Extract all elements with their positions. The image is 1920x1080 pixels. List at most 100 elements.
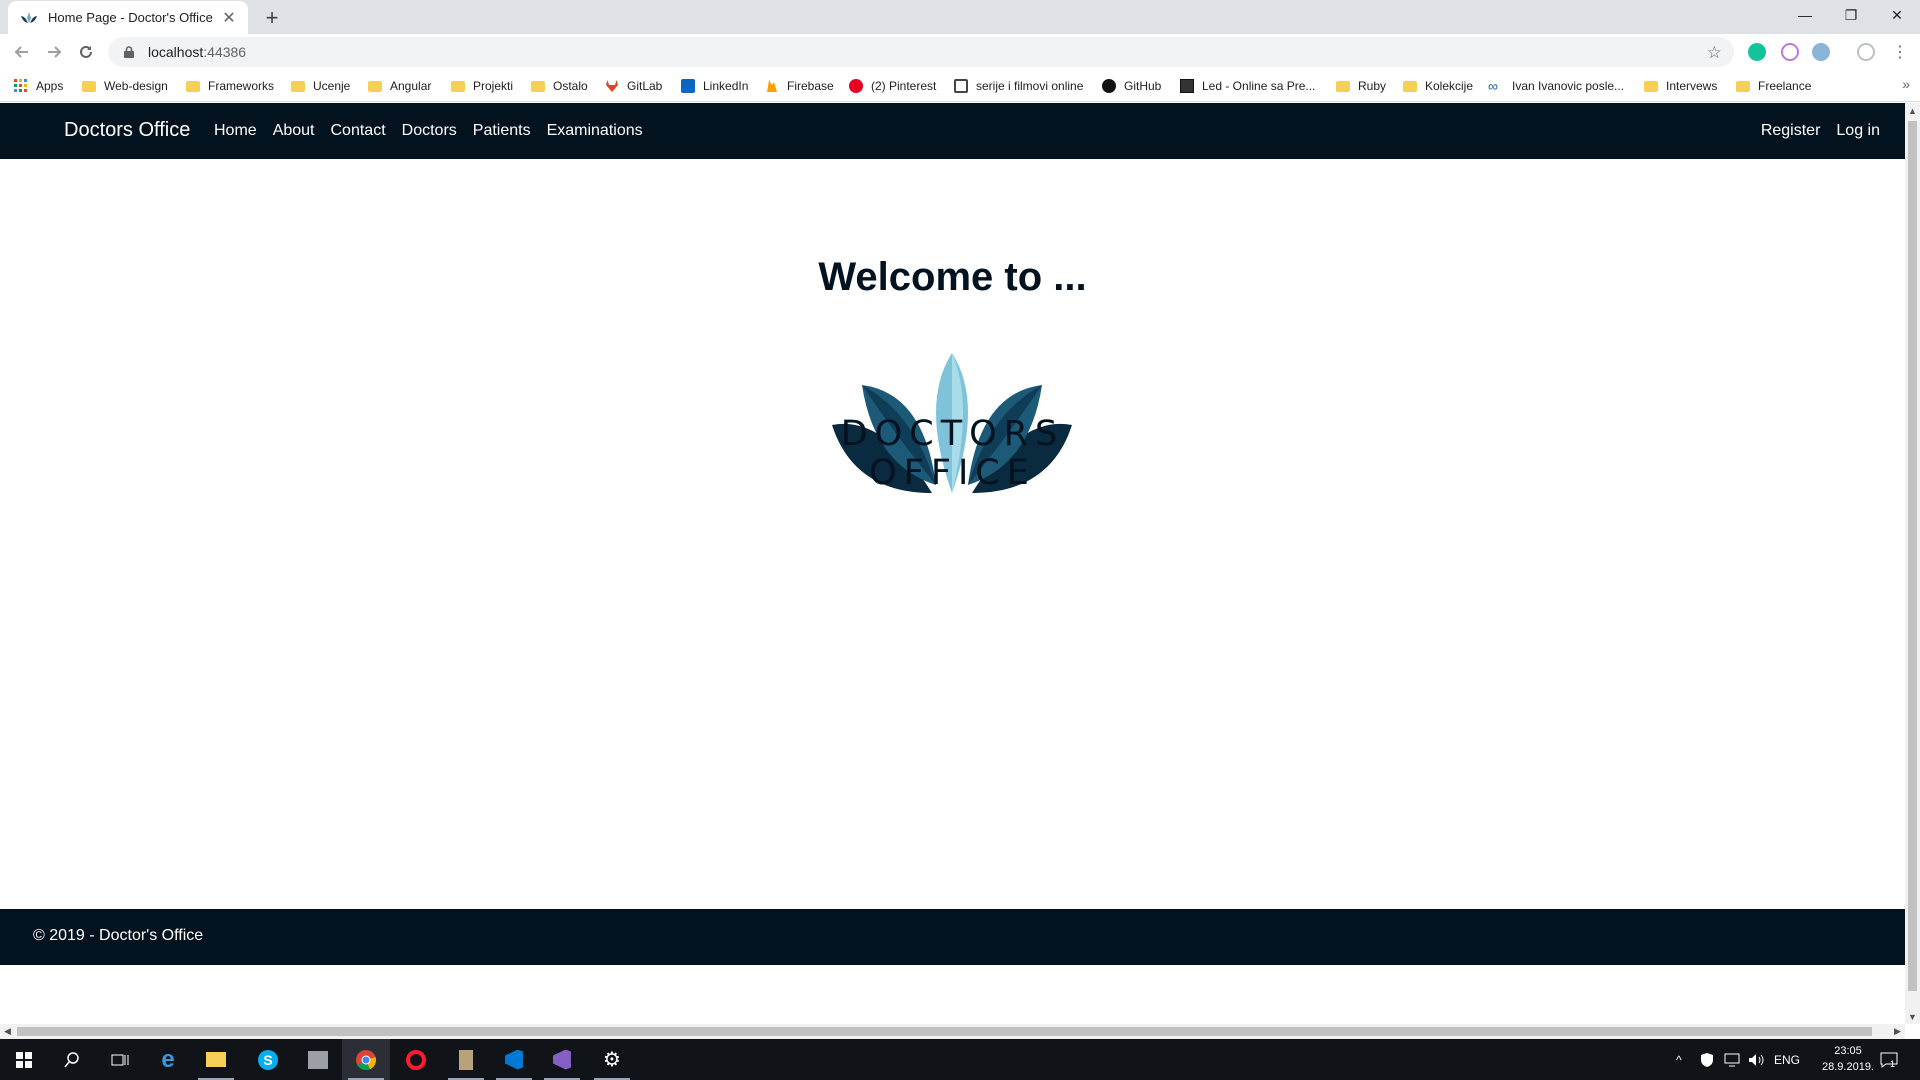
web-page: Doctors Office Home About Contact Doctor… <box>0 103 1905 1024</box>
horizontal-scrollbar[interactable]: ◀ ▶ <box>0 1024 1905 1039</box>
clock-time: 23:05 <box>1834 1045 1862 1057</box>
apps-grid-icon <box>14 79 28 93</box>
bookmark-label: Firebase <box>787 79 834 93</box>
grammarly-icon[interactable] <box>1748 43 1766 61</box>
address-bar[interactable]: localhost:44386 ☆ <box>108 37 1734 67</box>
windows-start-icon[interactable] <box>0 1039 48 1080</box>
folder-icon <box>1336 80 1350 92</box>
bookmark-ucenje[interactable]: Ucenje <box>291 77 350 95</box>
new-tab-button[interactable]: + <box>258 4 286 32</box>
bookmark-frameworks[interactable]: Frameworks <box>186 77 274 95</box>
bookmark-label: GitLab <box>627 79 663 93</box>
chrome-menu-icon[interactable]: ⋮ <box>1886 38 1914 66</box>
tab-title: Home Page - Doctor's Office <box>48 10 213 25</box>
close-window-button[interactable]: ✕ <box>1874 0 1920 30</box>
task-view-icon[interactable] <box>96 1039 144 1080</box>
vscode-icon[interactable] <box>490 1039 538 1080</box>
chrome-icon[interactable] <box>342 1039 390 1080</box>
pinterest-icon <box>849 79 863 93</box>
nav-examinations[interactable]: Examinations <box>547 122 643 140</box>
bookmark-label: LinkedIn <box>703 79 749 93</box>
scroll-right-icon[interactable]: ▶ <box>1890 1024 1905 1039</box>
nav-home[interactable]: Home <box>214 122 257 140</box>
back-icon[interactable] <box>8 38 36 66</box>
bookmark-label: GitHub <box>1124 79 1162 93</box>
nav-links: Home About Contact Doctors Patients Exam… <box>214 122 643 140</box>
bookmark-github[interactable]: GitHub <box>1102 77 1161 95</box>
bookmarks-overflow-icon[interactable]: » <box>1902 76 1910 92</box>
tab-close-icon[interactable]: ✕ <box>220 9 238 27</box>
folder-icon <box>451 80 465 92</box>
tray-overflow-icon[interactable]: ^ <box>1676 1039 1682 1080</box>
app-icon[interactable] <box>442 1039 490 1080</box>
bookmark-label: Led - Online sa Pre... <box>1202 79 1316 93</box>
url-host: localhost <box>148 44 204 60</box>
bookmark-pinterest[interactable]: (2) Pinterest <box>849 77 936 95</box>
bookmark-label: Intervews <box>1666 79 1718 93</box>
maximize-button[interactable]: ❐ <box>1828 0 1874 30</box>
bookmark-freelance[interactable]: Freelance <box>1736 77 1811 95</box>
language-indicator[interactable]: ENG <box>1774 1039 1800 1080</box>
bookmark-label: Ivan Ivanovic posle... <box>1512 79 1625 93</box>
bookmark-ivan[interactable]: ∞ Ivan Ivanovic posle... <box>1488 77 1624 95</box>
bookmark-gitlab[interactable]: GitLab <box>605 77 662 95</box>
folder-icon <box>1644 80 1658 92</box>
minimize-button[interactable]: — <box>1782 0 1828 30</box>
site-icon <box>954 79 968 93</box>
scroll-up-icon[interactable]: ▲ <box>1905 103 1920 118</box>
skype-icon[interactable]: S <box>244 1039 292 1080</box>
firebase-icon <box>765 79 779 93</box>
bookmarks-bar: Apps Web-design Frameworks Ucenje Angula… <box>0 70 1920 102</box>
opera-icon[interactable] <box>392 1039 440 1080</box>
login-link[interactable]: Log in <box>1836 122 1880 140</box>
network-app-icon[interactable] <box>294 1039 342 1080</box>
gitlab-icon <box>605 79 619 93</box>
system-clock[interactable]: 23:05 28.9.2019. <box>1822 1043 1874 1075</box>
scroll-down-icon[interactable]: ▼ <box>1905 1009 1920 1024</box>
notification-center-icon[interactable]: 1 <box>1880 1039 1898 1080</box>
bookmark-led[interactable]: Led - Online sa Pre... <box>1180 77 1315 95</box>
edge-icon[interactable]: e <box>144 1039 192 1080</box>
forward-icon[interactable] <box>40 38 68 66</box>
file-explorer-icon[interactable] <box>192 1039 240 1080</box>
register-link[interactable]: Register <box>1761 122 1821 140</box>
nav-contact[interactable]: Contact <box>331 122 386 140</box>
bookmark-linkedin[interactable]: LinkedIn <box>681 77 748 95</box>
nav-patients[interactable]: Patients <box>473 122 531 140</box>
bookmark-firebase[interactable]: Firebase <box>765 77 834 95</box>
bookmark-kolekcije[interactable]: Kolekcije <box>1403 77 1473 95</box>
reload-icon[interactable] <box>72 38 100 66</box>
bookmark-web-design[interactable]: Web-design <box>82 77 168 95</box>
nav-doctors[interactable]: Doctors <box>402 122 457 140</box>
bookmark-angular[interactable]: Angular <box>368 77 431 95</box>
bookmark-projekti[interactable]: Projekti <box>451 77 513 95</box>
bookmark-apps[interactable]: Apps <box>14 77 63 95</box>
welcome-heading: Welcome to ... <box>818 255 1087 299</box>
network-icon[interactable] <box>1724 1039 1740 1080</box>
browser-tab[interactable]: Home Page - Doctor's Office ✕ <box>8 1 248 34</box>
site-brand[interactable]: Doctors Office <box>64 119 190 142</box>
bookmark-ruby[interactable]: Ruby <box>1336 77 1386 95</box>
settings-icon[interactable]: ⚙ <box>588 1039 636 1080</box>
bookmark-ostalo[interactable]: Ostalo <box>531 77 588 95</box>
folder-icon <box>186 80 200 92</box>
defender-icon[interactable] <box>1700 1039 1714 1080</box>
infinity-icon: ∞ <box>1488 78 1498 94</box>
bookmark-intervews[interactable]: Intervews <box>1644 77 1717 95</box>
extension-icon[interactable] <box>1781 43 1799 61</box>
bookmark-serije[interactable]: serije i filmovi online <box>954 77 1083 95</box>
bookmark-star-icon[interactable]: ☆ <box>1707 43 1722 63</box>
lock-icon[interactable] <box>122 45 136 59</box>
scroll-thumb[interactable] <box>1908 121 1917 991</box>
profile-avatar-icon[interactable] <box>1857 43 1875 61</box>
site-footer: © 2019 - Doctor's Office <box>0 909 1905 965</box>
bookmark-label: Angular <box>390 79 432 93</box>
nav-about[interactable]: About <box>273 122 315 140</box>
volume-icon[interactable] <box>1748 1039 1764 1080</box>
extension-icon-2[interactable] <box>1812 43 1830 61</box>
search-icon[interactable] <box>48 1039 96 1080</box>
scroll-left-icon[interactable]: ◀ <box>0 1024 15 1039</box>
visual-studio-icon[interactable] <box>538 1039 586 1080</box>
scroll-thumb-horizontal[interactable] <box>17 1027 1872 1036</box>
vertical-scrollbar[interactable]: ▲ ▼ <box>1905 103 1920 1024</box>
